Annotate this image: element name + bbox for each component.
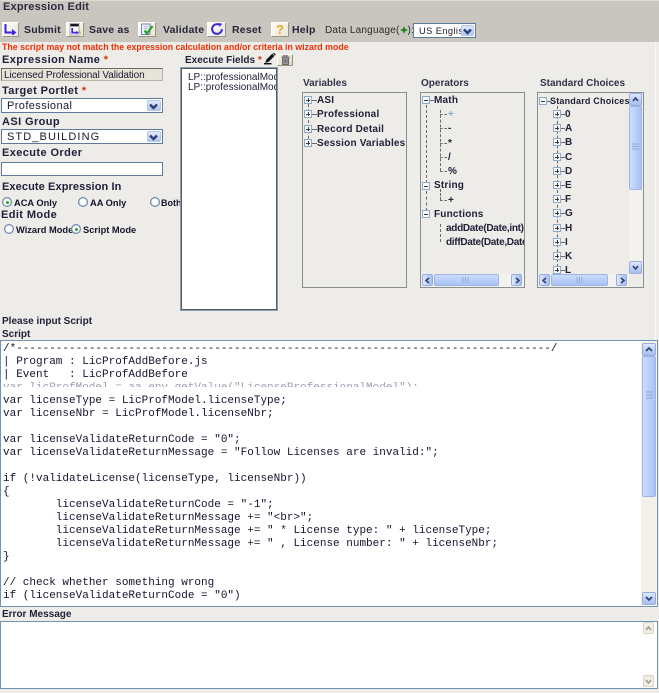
svg-text:?: ?	[276, 23, 284, 36]
